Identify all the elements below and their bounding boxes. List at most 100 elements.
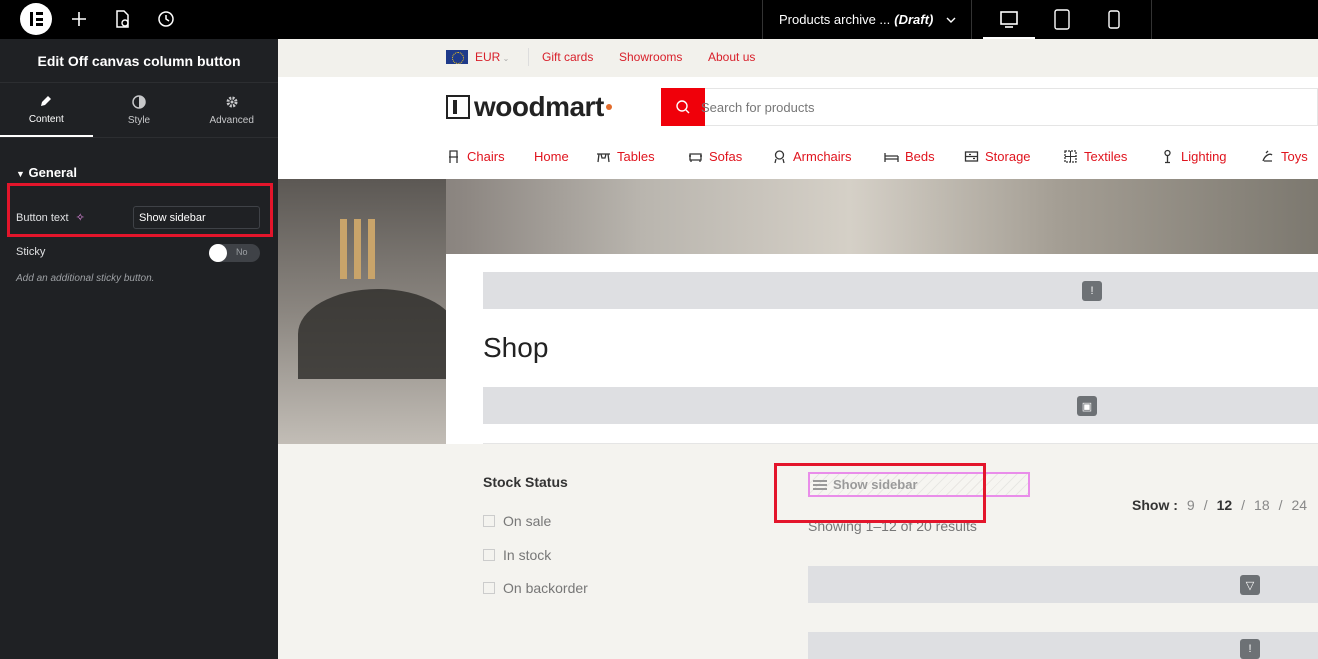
site-logo[interactable]: woodmart xyxy=(446,91,612,123)
filter-in-stock-label: In stock xyxy=(503,547,552,563)
nav-home-label: Home xyxy=(534,149,569,164)
nav-lighting[interactable]: Lighting xyxy=(1160,149,1227,164)
chair-icon xyxy=(449,150,458,163)
filter-title: Stock Status xyxy=(483,474,568,490)
checkbox-icon xyxy=(483,515,495,527)
filter-icon: ▽ xyxy=(1240,575,1260,595)
divider xyxy=(483,443,1318,444)
nav-beds-label: Beds xyxy=(905,149,935,164)
nav-chairs-label: Chairs xyxy=(467,149,505,164)
search-input[interactable]: Search for products xyxy=(701,88,1318,126)
tab-style[interactable]: Style xyxy=(93,83,186,137)
mobile-icon[interactable] xyxy=(1101,7,1127,33)
elementor-logo-icon[interactable] xyxy=(20,3,52,35)
link-showrooms[interactable]: Showrooms xyxy=(619,50,682,64)
widget-placeholder[interactable]: ! xyxy=(483,272,1318,309)
toy-icon xyxy=(1262,150,1273,162)
filter-on-sale[interactable]: On sale xyxy=(483,513,551,529)
filter-in-stock[interactable]: In stock xyxy=(483,547,551,563)
half-circle-icon xyxy=(132,94,146,109)
nav-toys-label: Toys xyxy=(1281,149,1308,164)
editor-panel: Edit Off canvas column button Content St… xyxy=(0,39,278,659)
search-placeholder: Search for products xyxy=(701,99,815,115)
filter-on-sale-label: On sale xyxy=(503,513,552,529)
page-title: Shop xyxy=(483,332,549,363)
pencil-icon xyxy=(41,95,52,106)
document-selector[interactable]: Products archive ... (Draft) xyxy=(762,0,972,39)
section-general[interactable]: ▼ General xyxy=(16,165,77,180)
tablet-icon[interactable] xyxy=(1049,7,1075,33)
checkbox-icon xyxy=(483,549,495,561)
preview-canvas: EUR ⌄ Gift cards Showrooms About us wood… xyxy=(278,39,1318,659)
brand-name: woodmart xyxy=(474,91,604,122)
per-page-selector: Show : 9/ 12/ 18/ 24 xyxy=(1132,497,1308,513)
nav-lighting-label: Lighting xyxy=(1181,149,1227,164)
sticky-description: Add an additional sticky button. xyxy=(16,273,155,284)
tab-advanced[interactable]: Advanced xyxy=(185,83,278,137)
show-label: Show : xyxy=(1132,497,1178,513)
nav-storage-label: Storage xyxy=(985,149,1031,164)
per-page-24[interactable]: 24 xyxy=(1292,497,1308,513)
search-button[interactable] xyxy=(661,88,705,126)
armchair-icon xyxy=(774,150,785,164)
nav-storage[interactable]: Storage xyxy=(964,149,1031,164)
nav-armchairs[interactable]: Armchairs xyxy=(772,149,852,164)
widget-placeholder[interactable]: ▽ xyxy=(808,566,1318,603)
desktop-icon[interactable] xyxy=(983,7,1035,39)
tab-style-label: Style xyxy=(127,114,151,126)
section-general-label: General xyxy=(28,165,77,180)
tab-content-label: Content xyxy=(28,113,64,125)
nav-toys[interactable]: Toys xyxy=(1260,149,1308,164)
search-icon xyxy=(676,100,690,114)
gear-icon xyxy=(226,96,238,107)
tab-advanced-label: Advanced xyxy=(209,114,254,126)
nav-beds[interactable]: Beds xyxy=(884,149,935,164)
table-icon xyxy=(597,153,610,163)
per-page-18[interactable]: 18 xyxy=(1254,497,1270,513)
document-status: (Draft) xyxy=(894,12,934,27)
widget-placeholder[interactable]: ! xyxy=(808,632,1318,659)
nav-textiles[interactable]: Textiles xyxy=(1063,149,1127,164)
site-top-bar: EUR ⌄ Gift cards Showrooms About us xyxy=(278,39,1318,77)
textiles-icon xyxy=(1064,150,1077,163)
main-nav: Chairs Home Tables Sofas Armchairs Beds xyxy=(278,139,1318,179)
sticky-toggle[interactable]: No xyxy=(209,244,260,262)
nav-tables-label: Tables xyxy=(617,149,655,164)
lamp-icon xyxy=(1164,149,1171,164)
currency-label: EUR xyxy=(475,50,501,64)
document-title: Products archive ... xyxy=(779,12,891,27)
chevron-down-icon xyxy=(946,17,956,23)
page-settings-icon[interactable] xyxy=(111,8,133,30)
nav-tables[interactable]: Tables xyxy=(596,149,655,164)
filter-on-backorder-label: On backorder xyxy=(503,580,588,596)
image-placeholder-icon: ▣ xyxy=(1077,396,1097,416)
link-about-us[interactable]: About us xyxy=(708,50,755,64)
add-element-icon[interactable] xyxy=(68,8,90,30)
nav-sofas-label: Sofas xyxy=(709,149,743,164)
storage-icon xyxy=(964,151,979,162)
nav-sofas[interactable]: Sofas xyxy=(688,149,742,164)
site-header: woodmart Search for products Chairs Home… xyxy=(278,77,1318,179)
nav-chairs[interactable]: Chairs xyxy=(446,149,505,164)
link-gift-cards[interactable]: Gift cards xyxy=(542,50,593,64)
nav-textiles-label: Textiles xyxy=(1084,149,1128,164)
bed-icon xyxy=(884,153,899,162)
widget-placeholder[interactable]: ▣ xyxy=(483,387,1318,424)
device-switcher xyxy=(972,0,1152,39)
per-page-12[interactable]: 12 xyxy=(1217,497,1233,513)
panel-tabs: Content Style Advanced xyxy=(0,83,278,138)
sticky-label: Sticky xyxy=(16,246,46,258)
history-icon[interactable] xyxy=(155,8,177,30)
editor-topbar: Products archive ... (Draft) xyxy=(0,0,1318,39)
highlight-box xyxy=(7,183,273,237)
highlight-box xyxy=(774,463,986,523)
sticky-toggle-state: No xyxy=(236,247,248,257)
per-page-9[interactable]: 9 xyxy=(1187,497,1195,513)
panel-title: Edit Off canvas column button xyxy=(0,39,278,83)
nav-home[interactable]: Home xyxy=(534,149,569,164)
tab-content[interactable]: Content xyxy=(0,83,93,137)
nav-armchairs-label: Armchairs xyxy=(793,149,852,164)
currency-switcher[interactable]: EUR ⌄ xyxy=(475,50,509,64)
filter-on-backorder[interactable]: On backorder xyxy=(483,580,588,596)
product-placeholder-icon: ! xyxy=(1082,281,1102,301)
